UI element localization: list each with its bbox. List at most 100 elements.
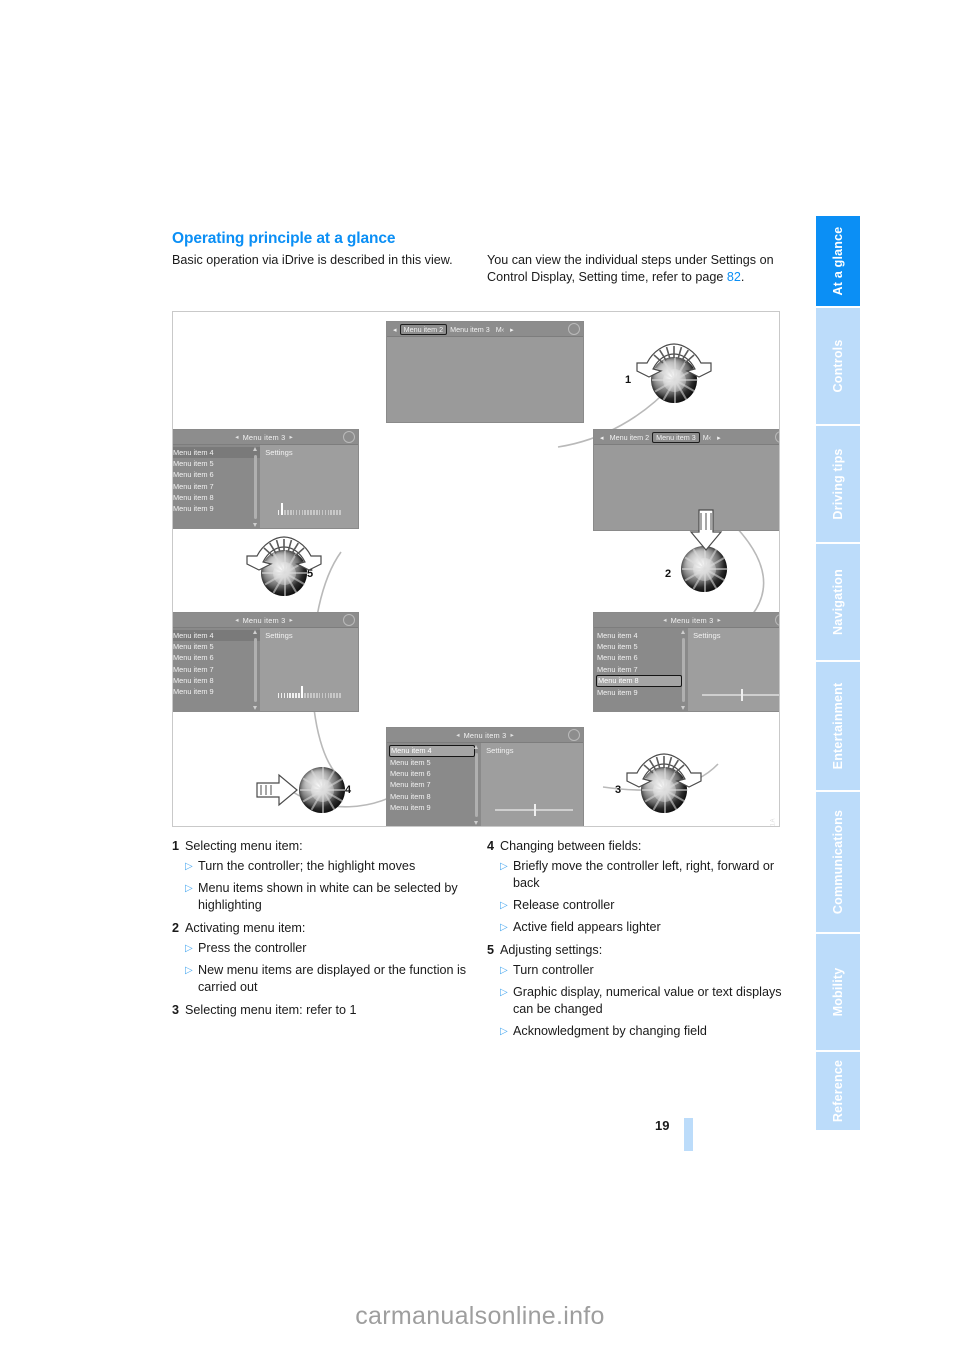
menu-list-item[interactable]: Menu item 5 [390,757,481,768]
menu-tab-selected[interactable]: Menu item 2 [399,323,448,335]
slider-knob[interactable] [534,804,537,816]
menu-tab[interactable]: M‹ [700,433,714,442]
bar-segment [300,686,304,698]
menu-item-list[interactable]: Menu item 4 Menu item 5 Menu item 6 Menu it… [173,445,261,528]
menu-list-item[interactable]: Menu item 9 [390,802,481,813]
menu-list-item[interactable]: Menu item 8 [173,675,260,686]
step-bullet: ▷ Press the controller [185,940,472,957]
menu-list-item[interactable]: Menu item 8 [390,791,481,802]
settings-pane[interactable]: Settings [481,743,583,826]
menu-list-item[interactable]: Menu item 9 [597,687,688,698]
list-scrollbar[interactable] [253,447,258,527]
chevron-right-icon[interactable]: ▸ [285,616,296,624]
menu-list-item-selected[interactable]: Menu item 4 [173,447,261,459]
list-scrollbar[interactable] [474,745,479,825]
chevron-left-icon[interactable]: ◂ [452,731,463,739]
section-tab-navigation[interactable]: Navigation [816,544,860,660]
settings-gear-icon[interactable] [568,323,580,335]
scroll-up-arrow-icon[interactable] [253,447,258,451]
section-tab-controls[interactable]: Controls [816,308,860,424]
scroll-down-arrow-icon[interactable] [681,706,686,710]
steps-list-left: 1 Selecting menu item: ▷ Turn the controlle… [172,838,472,1021]
section-tab-communications[interactable]: Communications [816,792,860,932]
scrollbar-thumb[interactable] [254,455,258,519]
menu-list-item[interactable]: Menu item 9 [173,686,260,697]
menu-list-item[interactable]: Menu item 7 [173,481,260,492]
scroll-up-arrow-icon[interactable] [681,630,686,634]
chevron-right-icon[interactable]: ▸ [714,433,724,442]
scroll-down-arrow-icon[interactable] [253,706,258,710]
bar-graph-value-control[interactable] [277,686,342,698]
settings-gear-icon[interactable] [343,431,355,443]
menu-item-list[interactable]: Menu item 4 Menu item 5 Menu item 6 Menu it… [387,743,482,826]
chevron-right-icon[interactable]: ▸ [507,325,517,334]
menu-list-item[interactable]: Menu item 9 [173,503,260,514]
scrollbar-thumb[interactable] [682,638,686,702]
chevron-right-icon[interactable]: ▸ [713,616,724,624]
section-tab-driving-tips[interactable]: Driving tips [816,426,860,542]
menu-list-item[interactable]: Menu item 6 [173,652,260,663]
chevron-right-icon[interactable]: ▸ [506,731,517,739]
menu-list-item-selected[interactable]: Menu item 4 [173,630,261,642]
menu-tab-selected[interactable]: Menu item 3 [652,431,700,443]
menu-list-item[interactable]: Menu item 6 [390,768,481,779]
screen-title: Menu item 3 [242,615,286,625]
menu-list-item-selected[interactable]: Menu item 4 [389,745,475,757]
menu-list-item[interactable]: Menu item 6 [597,652,688,663]
menu-item-list[interactable]: Menu item 4 Menu item 5 Menu item 6 Menu it… [173,628,261,711]
page-reference-link[interactable]: 82 [727,270,741,284]
step-number: 2 [172,921,180,935]
menu-tab[interactable]: M‹ [493,325,507,334]
section-tab-entertainment[interactable]: Entertainment [816,662,860,790]
settings-gear-icon[interactable] [775,431,779,443]
menu-list-item[interactable]: Menu item 6 [173,469,260,480]
menu-list-item[interactable]: Menu item 7 [597,664,688,675]
section-tab-reference[interactable]: Reference [816,1052,860,1130]
scrollbar-thumb[interactable] [254,638,258,702]
menu-list-item[interactable]: Menu item 4 [597,630,688,641]
bar-segment [292,510,295,515]
slider-value-control[interactable] [702,689,779,701]
chevron-left-icon[interactable]: ◂ [390,325,400,334]
slider-knob[interactable] [741,689,744,701]
section-tab-rail[interactable]: At a glance Controls Driving tips Navigatio… [816,216,860,1130]
menu-list-item[interactable]: Menu item 8 [173,492,260,503]
menu-list-item[interactable]: Menu item 7 [390,779,481,790]
chevron-left-icon[interactable]: ◂ [231,433,242,441]
menu-list-item[interactable]: Menu item 5 [173,641,260,652]
step-bullet-text: Turn the controller; the highlight moves [198,859,416,873]
settings-gear-icon[interactable] [568,729,580,741]
section-tab-at-a-glance[interactable]: At a glance [816,216,860,306]
chevron-left-icon[interactable]: ◂ [231,616,242,624]
step-title: Activating menu item: [185,921,306,935]
menu-item-list[interactable]: Menu item 4 Menu item 5 Menu item 6 Menu it… [594,628,689,711]
scroll-down-arrow-icon[interactable] [474,821,479,825]
slider-value-control[interactable] [495,804,573,816]
menu-list-item[interactable]: Menu item 7 [173,664,260,675]
settings-gear-icon[interactable] [343,614,355,626]
menu-tab-row[interactable]: ◂ Menu item 2 Menu item 3 M‹ ▸ [387,322,583,337]
step-bullet-text: Acknowledgment by changing field [513,1024,707,1038]
bar-segment [310,510,312,515]
menu-tab-row[interactable]: ◂ Menu item 2 Menu item 3 M‹ ▸ [594,430,779,445]
chevron-left-icon[interactable]: ◂ [659,616,670,624]
menu-list-item[interactable]: Menu item 5 [173,458,260,469]
scroll-down-arrow-icon[interactable] [253,523,258,527]
settings-pane[interactable]: Settings [260,445,358,528]
chevron-left-icon[interactable]: ◂ [597,433,607,442]
menu-list-item-selected[interactable]: Menu item 8 [596,674,682,687]
settings-pane[interactable]: Settings [688,628,779,711]
menu-tab[interactable]: Menu item 3 [447,325,493,334]
settings-gear-icon[interactable] [775,614,779,626]
list-scrollbar[interactable] [253,630,258,710]
scroll-up-arrow-icon[interactable] [253,630,258,634]
settings-pane[interactable]: Settings [260,628,358,711]
scroll-up-arrow-icon[interactable] [474,745,479,749]
menu-tab[interactable]: Menu item 2 [607,433,653,442]
scrollbar-thumb[interactable] [475,753,479,817]
bar-graph-value-control[interactable] [277,503,342,515]
chevron-right-icon[interactable]: ▸ [285,433,296,441]
section-tab-mobility[interactable]: Mobility [816,934,860,1050]
menu-list-item[interactable]: Menu item 5 [597,641,688,652]
list-scrollbar[interactable] [681,630,686,710]
